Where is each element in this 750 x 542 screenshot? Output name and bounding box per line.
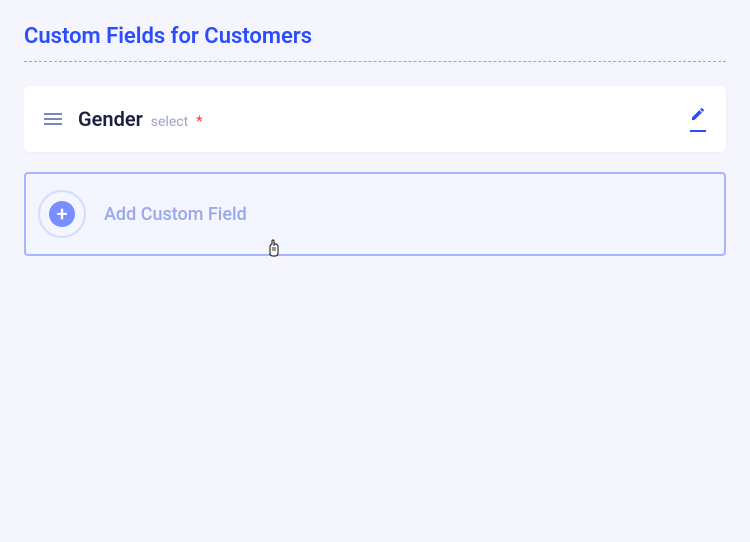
add-custom-field-button[interactable]: + Add Custom Field (24, 172, 726, 256)
add-field-label: Add Custom Field (104, 204, 247, 225)
drag-handle-icon[interactable] (44, 112, 62, 126)
field-info: Gender select * (78, 107, 203, 131)
custom-field-row: Gender select * (24, 86, 726, 152)
pencil-icon (690, 106, 706, 132)
page-title: Custom Fields for Customers (24, 24, 726, 62)
field-name: Gender (78, 107, 143, 131)
field-type: select (151, 114, 188, 130)
plus-circle-icon: + (38, 190, 86, 238)
edit-button[interactable] (690, 106, 706, 132)
required-indicator: * (196, 112, 202, 130)
plus-icon: + (49, 201, 75, 227)
